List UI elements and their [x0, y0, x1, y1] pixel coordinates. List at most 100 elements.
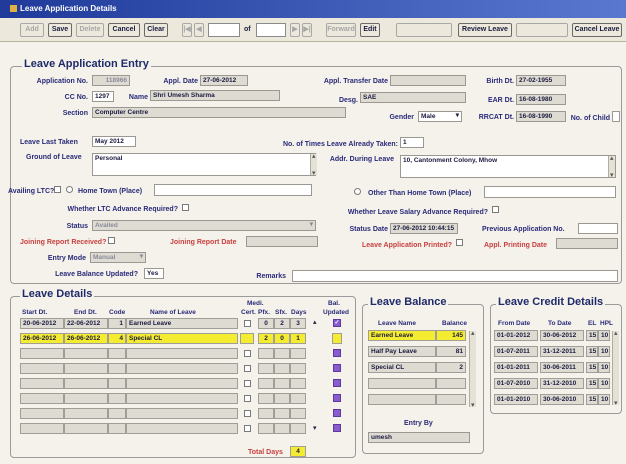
row-end[interactable] — [64, 393, 108, 404]
credit-hpl[interactable]: 10 — [598, 378, 610, 389]
row-cert-checkbox[interactable] — [244, 350, 251, 357]
row-pfx[interactable]: 0 — [258, 318, 274, 329]
application-no-field[interactable]: 118966 — [92, 75, 130, 86]
forward-button[interactable]: Forward — [326, 23, 356, 37]
joining-report-date-field[interactable] — [246, 236, 318, 247]
row-scroll-icon[interactable]: ▴ — [313, 318, 317, 326]
availing-ltc-checkbox[interactable] — [54, 186, 61, 193]
row-sfx[interactable] — [274, 378, 290, 389]
joining-report-received-checkbox[interactable] — [108, 237, 115, 244]
balance-name[interactable] — [368, 378, 436, 389]
row-code[interactable] — [108, 363, 126, 374]
row-code[interactable] — [108, 408, 126, 419]
rrcat-dt-field[interactable]: 16-08-1990 — [516, 111, 566, 122]
remarks-field[interactable] — [292, 270, 618, 282]
row-pfx[interactable]: 2 — [258, 333, 274, 344]
record-total-input[interactable] — [256, 23, 286, 37]
cancel-button[interactable]: Cancel — [108, 23, 140, 37]
row-end[interactable] — [64, 423, 108, 434]
ear-dt-field[interactable]: 16-08-1980 — [516, 94, 566, 105]
edit-button[interactable]: Edit — [360, 23, 380, 37]
credit-from[interactable]: 01-07-2011 — [494, 346, 538, 357]
desg-field[interactable]: SAE — [360, 92, 466, 103]
appl-printing-date-field[interactable] — [556, 238, 618, 249]
prev-record-button[interactable]: ◀ — [194, 23, 204, 37]
last-record-button[interactable]: ▶| — [302, 23, 312, 37]
save-button[interactable]: Save — [48, 23, 72, 37]
other-home-town-field[interactable] — [484, 186, 616, 198]
credit-hpl[interactable]: 10 — [598, 362, 610, 373]
balance-value[interactable] — [436, 378, 466, 389]
leave-last-taken-field[interactable]: May 2012 — [92, 136, 136, 147]
row-cert-checkbox[interactable] — [244, 425, 251, 432]
row-name[interactable] — [126, 393, 238, 404]
name-field[interactable]: Shri Umesh Sharma — [150, 90, 280, 101]
row-name[interactable] — [126, 348, 238, 359]
balance-value[interactable]: 145 — [436, 330, 466, 341]
record-number-input[interactable] — [208, 23, 240, 37]
row-pfx[interactable] — [258, 393, 274, 404]
row-end[interactable] — [64, 348, 108, 359]
credit-hpl[interactable]: 10 — [598, 394, 610, 405]
row-cert-cell[interactable] — [240, 333, 254, 344]
credit-scrollbar[interactable] — [612, 329, 619, 407]
next-record-button[interactable]: ▶ — [290, 23, 300, 37]
row-start[interactable] — [20, 378, 64, 389]
disabled-toolbar-button-1[interactable] — [396, 23, 452, 37]
balance-value[interactable]: 81 — [436, 346, 466, 357]
cancel-leave-button[interactable]: Cancel Leave — [572, 23, 622, 37]
entry-mode-select[interactable]: Manual — [90, 252, 146, 263]
credit-from[interactable]: 01-01-2010 — [494, 394, 538, 405]
row-days[interactable] — [290, 363, 306, 374]
row-name[interactable] — [126, 378, 238, 389]
credit-from[interactable]: 01-07-2010 — [494, 378, 538, 389]
credit-from[interactable]: 01-01-2012 — [494, 330, 538, 341]
ground-scrollbar[interactable] — [310, 152, 317, 177]
row-sfx[interactable] — [274, 348, 290, 359]
row-start[interactable] — [20, 423, 64, 434]
row-days[interactable] — [290, 408, 306, 419]
disabled-toolbar-button-2[interactable] — [516, 23, 568, 37]
row-start[interactable] — [20, 393, 64, 404]
row-code[interactable] — [108, 393, 126, 404]
row-start[interactable]: 26-06-2012 — [20, 333, 64, 344]
credit-el[interactable]: 15 — [586, 378, 598, 389]
row-name[interactable]: Earned Leave — [126, 318, 238, 329]
gender-select[interactable]: Male — [418, 111, 462, 122]
row-sfx[interactable] — [274, 393, 290, 404]
home-town-radio[interactable] — [66, 186, 73, 193]
row-name[interactable] — [126, 408, 238, 419]
leave-printed-checkbox[interactable] — [456, 239, 463, 246]
ground-of-leave-field[interactable]: Personal — [92, 153, 316, 176]
home-town-field[interactable] — [154, 184, 312, 196]
row-sfx[interactable] — [274, 363, 290, 374]
entry-by-field[interactable]: umesh — [368, 432, 470, 443]
row-sfx[interactable]: 0 — [274, 333, 290, 344]
times-taken-field[interactable]: 1 — [400, 137, 424, 148]
row-cert-checkbox[interactable] — [244, 365, 251, 372]
status-date-field[interactable]: 27-06-2012 10:44:15 — [390, 223, 458, 234]
row-cert-checkbox[interactable] — [244, 320, 251, 327]
credit-to[interactable]: 31-12-2010 — [540, 378, 584, 389]
review-leave-button[interactable]: Review Leave — [458, 23, 512, 37]
appl-date-field[interactable]: 27-06-2012 — [200, 75, 248, 86]
addr-scrollbar[interactable] — [608, 154, 615, 179]
row-pfx[interactable] — [258, 423, 274, 434]
row-days[interactable]: 3 — [290, 318, 306, 329]
first-record-button[interactable]: |◀ — [182, 23, 192, 37]
row-pfx[interactable] — [258, 408, 274, 419]
credit-from[interactable]: 01-01-2011 — [494, 362, 538, 373]
row-start[interactable] — [20, 363, 64, 374]
balance-updated-field[interactable]: Yes — [144, 268, 164, 279]
row-days[interactable] — [290, 348, 306, 359]
balance-name[interactable] — [368, 394, 436, 405]
row-code[interactable] — [108, 348, 126, 359]
row-scroll-down-icon[interactable]: ▾ — [313, 424, 317, 432]
row-start[interactable] — [20, 408, 64, 419]
balance-value[interactable] — [436, 394, 466, 405]
clear-button[interactable]: Clear — [144, 23, 168, 37]
row-name[interactable] — [126, 363, 238, 374]
section-field[interactable]: Computer Centre — [92, 107, 346, 118]
delete-button[interactable]: Delete — [76, 23, 104, 37]
row-name[interactable]: Special CL — [126, 333, 238, 344]
